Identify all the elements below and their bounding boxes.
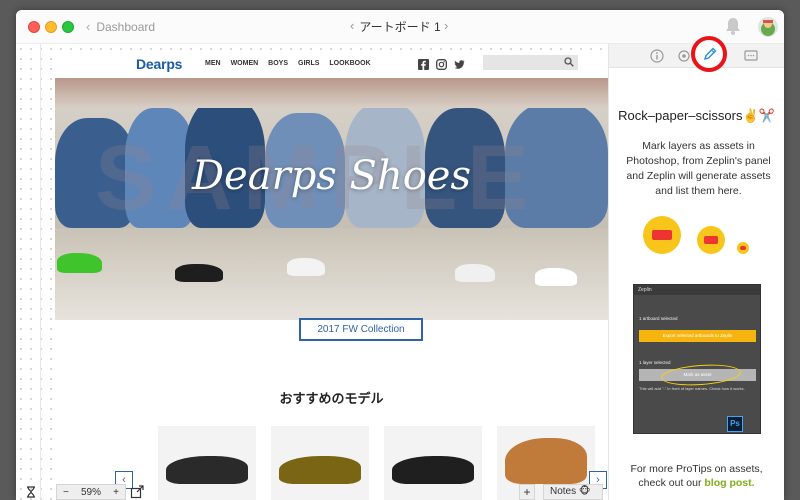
zoom-value: 59% [80,486,101,498]
megaphone-icon [643,216,681,254]
menu-item-women[interactable]: WOMEN [231,60,259,67]
instagram-icon[interactable] [436,57,447,70]
hero-shoe [455,264,495,282]
hero-banner: SAMPLE Dearps Shoes [55,78,608,320]
artboard-preview[interactable]: Dearps MEN WOMEN BOYS GIRLS LOOKBOOK SAM… [55,50,608,500]
screenshot-layer-line: 1 layer selected [639,360,671,365]
recommended-section-title: おすすめのモデル [279,391,384,406]
search-icon [564,57,574,67]
tip-title: Rock–paper–scissors✌️✂️ [618,108,775,123]
screenshot-note: This will add "-" in front of layer name… [639,386,745,391]
hero-shoe [287,258,325,276]
site-header: Dearps MEN WOMEN BOYS GIRLS LOOKBOOK [55,50,608,78]
menu-item-men[interactable]: MEN [205,60,221,67]
site-menu: MEN WOMEN BOYS GIRLS LOOKBOOK [205,60,371,67]
avatar[interactable] [758,17,778,37]
hero-shoe [57,253,102,273]
product-shoe-image [279,456,361,484]
blog-post-link[interactable]: blog post. [704,477,754,489]
product-shoe-image [392,456,474,484]
site-logo[interactable]: Dearps [136,56,182,72]
zoom-control: − 59% + [56,484,126,500]
comment-icon[interactable] [743,48,759,64]
notes-button[interactable]: Notes 🐵 [543,484,603,500]
facebook-icon[interactable] [418,57,429,70]
hero-floor [55,228,608,320]
photoshop-badge: Ps [727,416,743,432]
photoshop-panel-screenshot: Zeplin 1 artboard selected Export select… [633,284,761,434]
menu-item-boys[interactable]: BOYS [268,60,288,67]
pen-icon [703,47,717,61]
twitter-icon[interactable] [454,57,465,69]
screenshot-artboard-line: 1 artboard selected [639,316,678,321]
screenshot-export-button: Export selected artboards to Zeplin [639,330,756,342]
screenshot-highlight-oval [660,362,742,388]
bottom-toolbar: − 59% + + Notes 🐵 [16,484,603,500]
bell-icon[interactable] [724,16,742,36]
add-note-button[interactable]: + [519,484,535,500]
settings-icon[interactable] [676,48,692,64]
hero-shoe [175,264,223,282]
megaphone-icon [697,226,725,254]
export-icon[interactable] [130,485,144,499]
product-shoe-image [505,438,587,484]
hero-top-strip [55,78,608,108]
assets-tab-highlight[interactable] [691,36,727,72]
zoom-out-button[interactable]: − [63,487,69,498]
megaphone-icon [737,242,749,254]
canvas-guide [40,44,41,500]
zoom-in-button[interactable]: + [113,487,119,498]
panel-tabs [609,36,784,72]
menu-item-lookbook[interactable]: LOOKBOOK [329,60,370,67]
info-icon[interactable] [649,48,665,64]
tip-body: Mark layers as assets in Photoshop, from… [626,140,771,197]
collection-button[interactable]: 2017 FW Collection [299,318,423,341]
screenshot-header: Zeplin [634,285,760,295]
product-shoe-image [166,456,248,484]
right-panel: Rock–paper–scissors✌️✂️ Mark layers as a… [608,36,784,500]
menu-item-girls[interactable]: GIRLS [298,60,319,67]
hero-title: Dearps Shoes [191,153,471,199]
tip-footer: For more ProTips on assets, check out ou… [619,462,774,490]
title-bar: ‹ Dashboard ‹ アートボード 1 › [16,10,784,44]
social-links [418,57,465,70]
hero-shoe [535,268,577,286]
artboard-title: アートボード 1 [359,20,441,34]
next-artboard-button[interactable]: › [444,18,448,33]
hourglass-icon[interactable] [26,486,36,498]
site-search-field[interactable] [483,55,578,70]
app-window: ‹ Dashboard ‹ アートボード 1 › Dearps MEN WOME… [16,10,784,500]
